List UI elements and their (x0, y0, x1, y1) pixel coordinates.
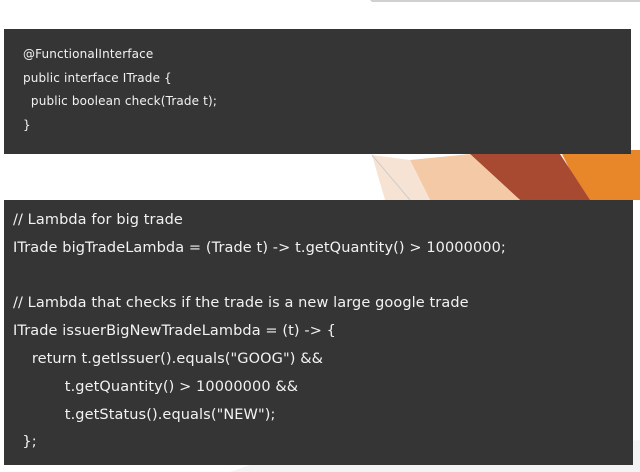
code-line: public boolean check(Trade t); (23, 94, 218, 108)
lambda-code-block: // Lambda for big trade ITrade bigTradeL… (4, 200, 633, 465)
code-line: public interface ITrade { (23, 70, 172, 85)
code-line: ITrade issuerBigNewTradeLambda = (t) -> … (13, 323, 336, 340)
code-line: @FunctionalInterface (23, 47, 154, 61)
code-line: // Lambda for big trade (13, 212, 183, 228)
code-line: } (23, 117, 31, 132)
code-line: return t.getIssuer().equals("GOOG") && (13, 350, 324, 367)
decor-gray-line-top (370, 0, 640, 2)
code-line: }; (13, 434, 37, 451)
code-line: // Lambda that checks if the trade is a … (13, 295, 469, 312)
code-line: t.getQuantity() > 10000000 && (13, 378, 299, 395)
interface-code-block: @FunctionalInterface public interface IT… (4, 29, 631, 154)
code-line-blank: ​ (13, 263, 633, 291)
code-line: t.getStatus().equals("NEW"); (13, 406, 276, 423)
code-line: ITrade bigTradeLambda = (Trade t) -> t.g… (13, 239, 506, 256)
